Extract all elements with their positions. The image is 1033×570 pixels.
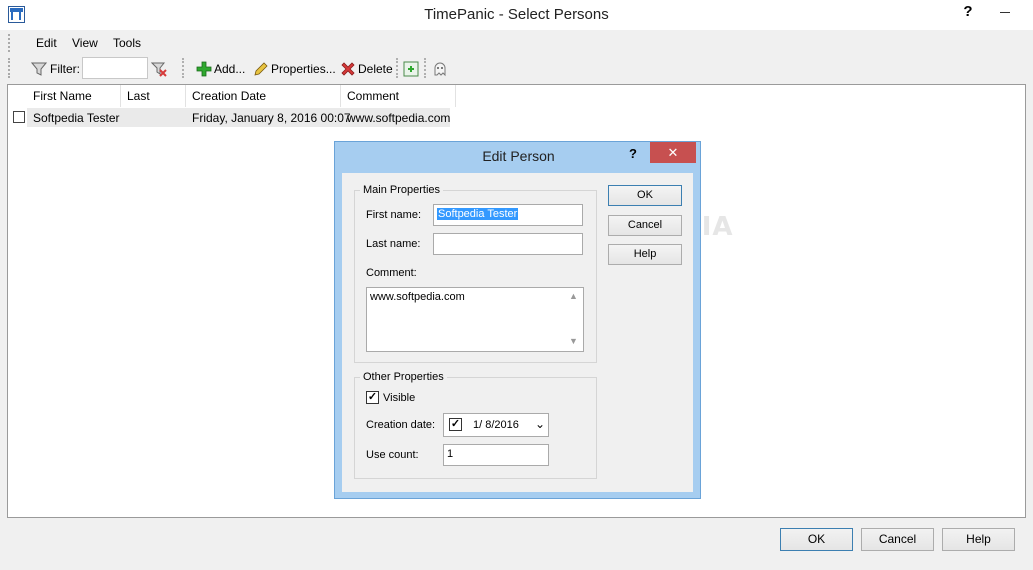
dialog-ok-button[interactable]: OK — [608, 185, 682, 206]
filter-label: Filter: — [50, 62, 80, 76]
main-properties-title: Main Properties — [360, 184, 444, 196]
pencil-icon — [254, 62, 268, 76]
menubar-grip[interactable] — [8, 34, 11, 52]
scroll-down-icon[interactable]: ▼ — [569, 336, 578, 346]
first-name-field[interactable]: Softpedia Tester — [433, 204, 583, 226]
add-label: Add... — [214, 62, 246, 76]
comment-field[interactable]: www.softpedia.com — [366, 287, 584, 352]
delete-icon — [341, 62, 355, 76]
filter-icon — [31, 59, 47, 79]
ghost-icon — [434, 62, 446, 77]
cell-first-name: Softpedia Tester — [33, 111, 120, 125]
edit-person-dialog: Edit Person ? ✕ Main Properties First na… — [334, 141, 701, 499]
delete-label: Delete — [358, 62, 393, 76]
add-button[interactable]: Add... — [196, 59, 245, 79]
menu-view[interactable]: View — [72, 36, 98, 50]
toolbar-separator — [424, 58, 426, 78]
title-bar: TimePanic - Select Persons ? — [0, 0, 1033, 30]
last-name-field[interactable] — [433, 233, 583, 255]
row-checkbox[interactable] — [13, 111, 25, 123]
toolbar-separator — [182, 58, 184, 78]
dialog-title: Edit Person — [482, 148, 555, 164]
first-name-value: Softpedia Tester — [437, 208, 519, 220]
other-properties-title: Other Properties — [360, 371, 447, 383]
chevron-down-icon[interactable]: ⌄ — [535, 417, 545, 431]
minimize-icon — [1000, 12, 1010, 13]
visible-checkbox[interactable]: ✓ — [366, 391, 379, 404]
window-title: TimePanic - Select Persons — [424, 6, 609, 23]
toolbar-grip[interactable] — [8, 58, 11, 78]
column-header-creation-date[interactable]: Creation Date — [186, 85, 341, 107]
filter-input[interactable] — [82, 57, 148, 79]
column-header-first-name[interactable]: First Name — [27, 85, 121, 107]
dialog-help-button-bottom[interactable]: Help — [608, 244, 682, 265]
comment-value: www.softpedia.com — [370, 291, 465, 303]
use-count-label: Use count: — [366, 449, 419, 461]
export-button[interactable] — [403, 59, 419, 79]
properties-button[interactable]: Properties... — [253, 59, 336, 79]
first-name-label: First name: — [366, 209, 422, 221]
help-button[interactable]: Help — [942, 528, 1015, 551]
last-name-label: Last name: — [366, 238, 421, 250]
delete-button[interactable]: Delete — [340, 59, 393, 79]
creation-date-picker[interactable]: ✓ 1/ 8/2016 ⌄ — [443, 413, 549, 437]
menu-edit[interactable]: Edit — [36, 36, 57, 50]
dialog-body: Main Properties First name: Softpedia Te… — [342, 173, 693, 492]
ghost-button[interactable] — [432, 59, 448, 79]
minimize-button[interactable] — [983, 0, 1029, 24]
export-icon — [403, 61, 419, 77]
cell-comment: www.softpedia.com — [347, 111, 451, 125]
creation-date-label: Creation date: — [366, 419, 436, 431]
dialog-close-button[interactable]: ✕ — [650, 142, 696, 163]
properties-label: Properties... — [271, 62, 336, 76]
column-header-last-name[interactable]: Last Name — [121, 85, 186, 125]
clear-filter-icon — [151, 62, 167, 77]
toolbar-separator — [396, 58, 398, 78]
dialog-cancel-button[interactable]: Cancel — [608, 215, 682, 236]
cell-creation-date: Friday, January 8, 2016 00:07 — [192, 111, 351, 125]
visible-label: Visible — [383, 392, 416, 404]
date-enabled-checkbox[interactable]: ✓ — [449, 418, 462, 431]
ok-button[interactable]: OK — [780, 528, 853, 551]
clear-filter-button[interactable] — [151, 59, 167, 79]
plus-icon — [196, 61, 212, 77]
cancel-button[interactable]: Cancel — [861, 528, 934, 551]
comment-label: Comment: — [366, 267, 417, 279]
column-header-comment[interactable]: Comment — [341, 85, 456, 107]
scroll-up-icon[interactable]: ▲ — [569, 291, 578, 301]
creation-date-value: 1/ 8/2016 — [473, 419, 519, 431]
dialog-help-button[interactable]: ? — [629, 146, 637, 161]
title-help-button[interactable]: ? — [957, 2, 979, 24]
use-count-field[interactable]: 1 — [443, 444, 549, 466]
menu-tools[interactable]: Tools — [113, 36, 141, 50]
